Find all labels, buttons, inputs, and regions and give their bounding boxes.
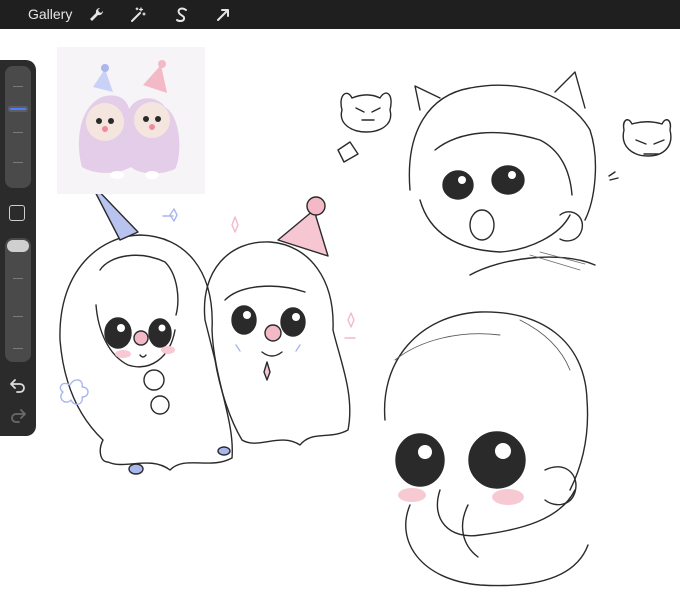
- top-toolbar: Gallery: [0, 0, 680, 29]
- hugging-boy-sketch: [383, 311, 589, 587]
- redo-icon: [11, 409, 26, 423]
- undo-icon: [10, 379, 25, 393]
- gallery-button[interactable]: Gallery: [28, 6, 72, 22]
- reference-image[interactable]: [57, 47, 205, 194]
- magic-wand-icon[interactable]: [128, 5, 148, 25]
- selection-icon[interactable]: [172, 5, 192, 25]
- opacity-slider[interactable]: [5, 238, 31, 362]
- ghost-clown-right: [203, 196, 356, 446]
- brush-size-slider[interactable]: [5, 66, 31, 188]
- small-cat-sketch-right: [608, 119, 672, 181]
- left-sidebar: [0, 60, 36, 436]
- undo-button[interactable]: [9, 376, 27, 394]
- opacity-thumb[interactable]: [7, 240, 29, 252]
- small-cat-sketch-left: [337, 92, 392, 163]
- transform-arrow-icon[interactable]: [213, 5, 233, 25]
- reference-image-art: [57, 47, 205, 194]
- redo-button[interactable]: [9, 406, 27, 424]
- modify-button[interactable]: [9, 205, 25, 221]
- brush-size-thumb[interactable]: [8, 106, 28, 112]
- wrench-icon[interactable]: [87, 5, 107, 25]
- cat-eared-boy-sketch: [408, 71, 597, 276]
- ghost-clown-left: [59, 170, 233, 475]
